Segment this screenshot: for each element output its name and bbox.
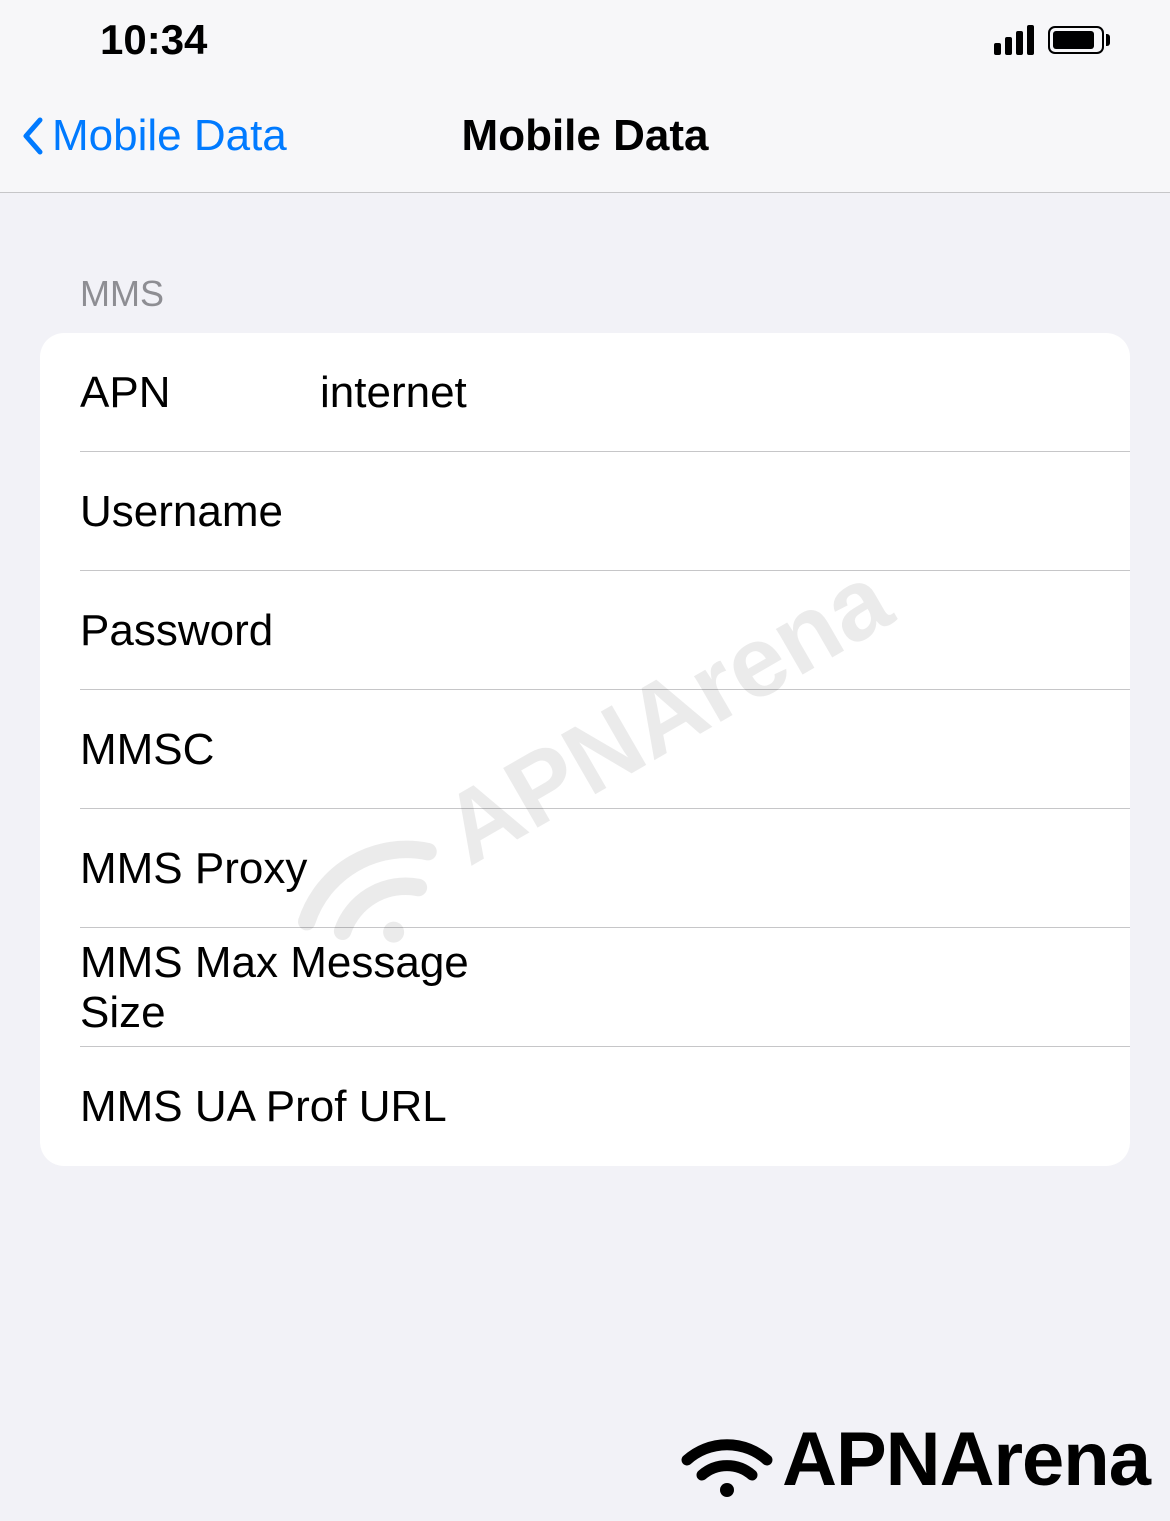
mms-ua-prof-label: MMS UA Prof URL bbox=[80, 1082, 447, 1132]
mms-proxy-row[interactable]: MMS Proxy bbox=[40, 809, 1130, 928]
apn-label: APN bbox=[80, 368, 320, 418]
mms-proxy-label: MMS Proxy bbox=[80, 844, 320, 894]
footer-text: APNArena bbox=[782, 1416, 1150, 1503]
apn-input[interactable] bbox=[320, 368, 1090, 418]
password-input[interactable] bbox=[320, 606, 1090, 656]
apn-row[interactable]: APN bbox=[40, 333, 1130, 452]
username-input[interactable] bbox=[320, 487, 1090, 537]
username-row[interactable]: Username bbox=[40, 452, 1130, 571]
mms-max-size-label: MMS Max Message Size bbox=[80, 938, 515, 1038]
section-header: MMS bbox=[40, 193, 1130, 333]
chevron-left-icon bbox=[20, 116, 44, 156]
password-row[interactable]: Password bbox=[40, 571, 1130, 690]
back-label: Mobile Data bbox=[52, 111, 287, 161]
back-button[interactable]: Mobile Data bbox=[20, 111, 287, 161]
mms-ua-prof-row[interactable]: MMS UA Prof URL bbox=[40, 1047, 1130, 1166]
username-label: Username bbox=[80, 487, 320, 537]
settings-list: APN Username Password MMSC MMS Proxy MMS… bbox=[40, 333, 1130, 1166]
status-bar: 10:34 bbox=[0, 0, 1170, 80]
content-area: MMS APN Username Password MMSC MMS Proxy… bbox=[0, 193, 1170, 1166]
mmsc-input[interactable] bbox=[320, 725, 1090, 775]
mmsc-label: MMSC bbox=[80, 725, 320, 775]
status-time: 10:34 bbox=[100, 16, 207, 64]
mmsc-row[interactable]: MMSC bbox=[40, 690, 1130, 809]
mms-max-size-row[interactable]: MMS Max Message Size bbox=[40, 928, 1130, 1047]
mms-max-size-input[interactable] bbox=[515, 963, 1090, 1013]
mms-proxy-input[interactable] bbox=[320, 844, 1090, 894]
wifi-icon bbox=[672, 1420, 782, 1500]
footer-logo: APNArena bbox=[672, 1416, 1150, 1503]
password-label: Password bbox=[80, 606, 320, 656]
signal-icon bbox=[994, 25, 1034, 55]
mms-ua-prof-input[interactable] bbox=[447, 1082, 1090, 1132]
status-icons bbox=[994, 25, 1110, 55]
battery-icon bbox=[1048, 26, 1110, 54]
page-title: Mobile Data bbox=[462, 111, 709, 161]
nav-bar: Mobile Data Mobile Data bbox=[0, 80, 1170, 193]
